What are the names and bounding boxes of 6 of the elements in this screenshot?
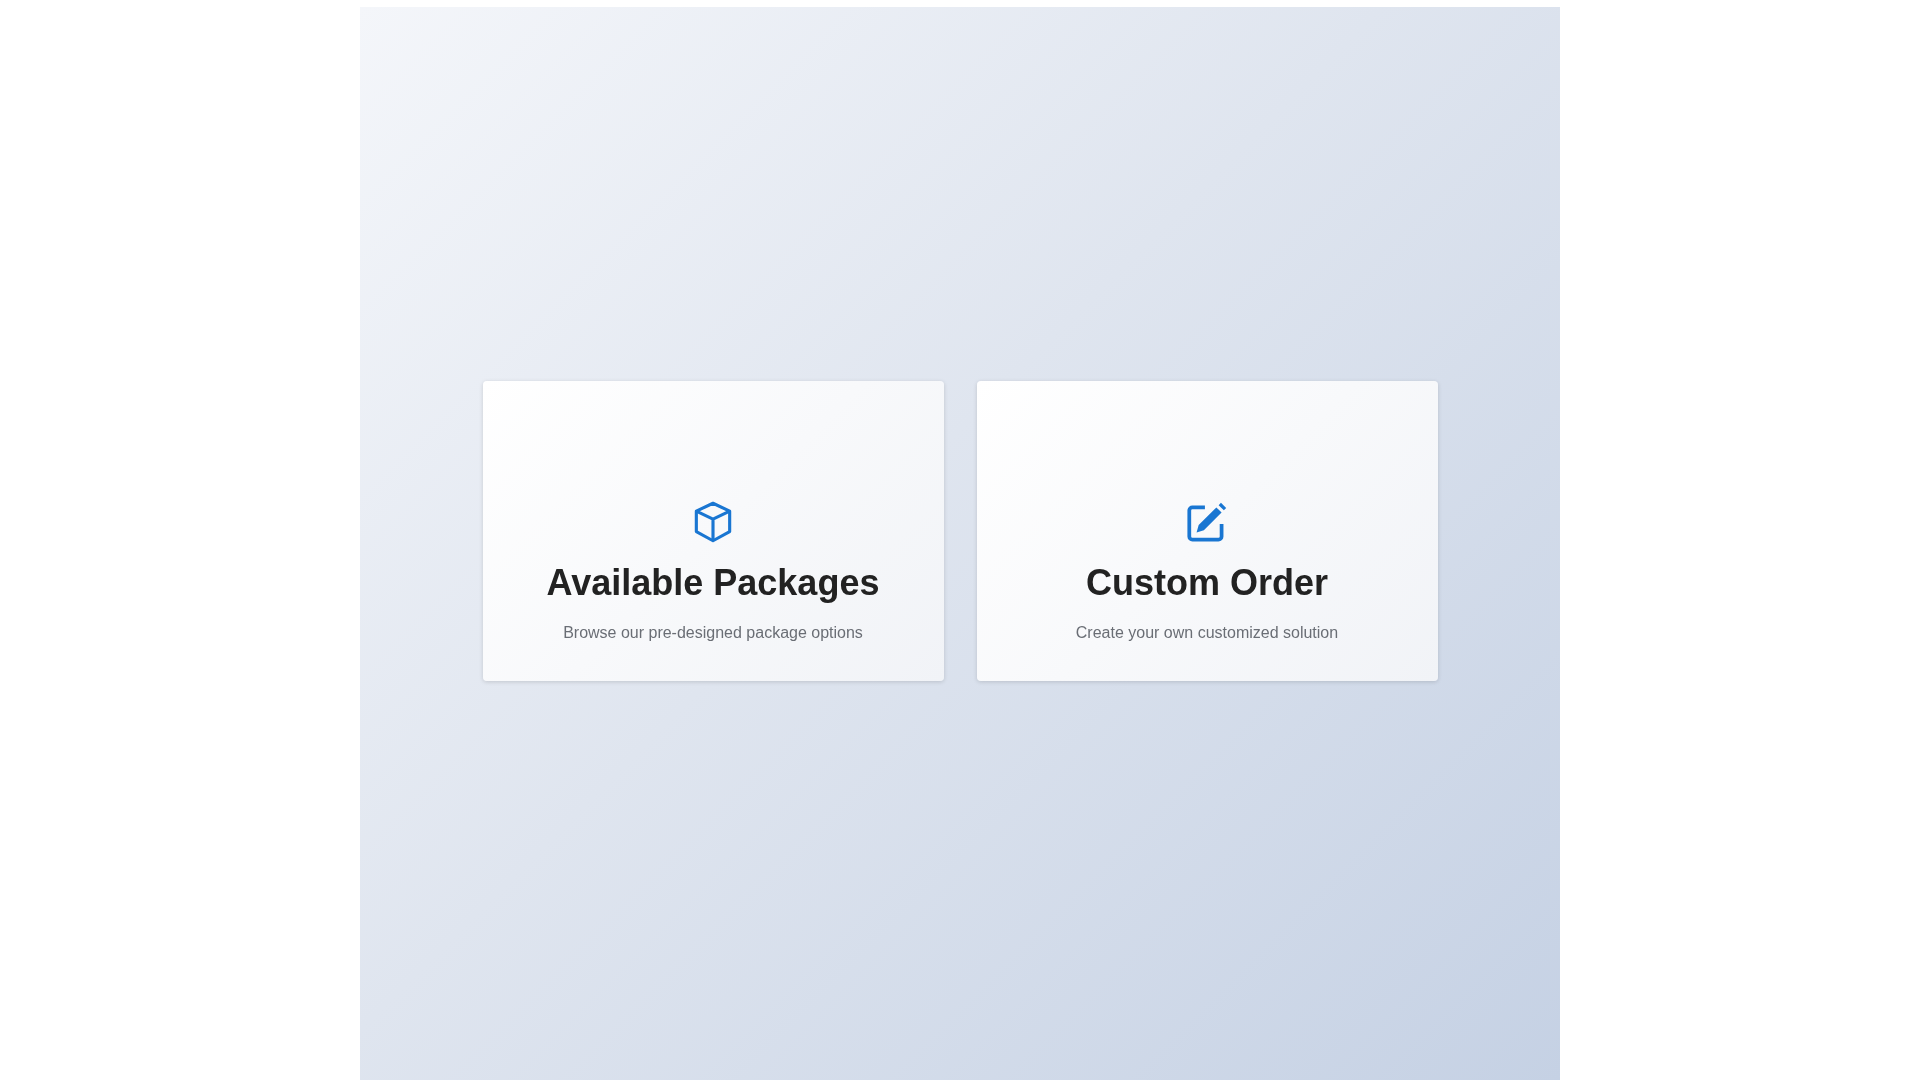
card-title: Custom Order xyxy=(1085,561,1328,605)
card-description: Browse our pre-designed package options xyxy=(563,622,863,643)
card-description: Create your own customized solution xyxy=(1075,622,1339,643)
option-card[interactable]: Custom Order Create your own customized solution xyxy=(976,380,1438,681)
card-title: Available Packages xyxy=(546,561,880,605)
option-card[interactable]: Available Packages Browse our pre-designed package options xyxy=(482,380,944,681)
